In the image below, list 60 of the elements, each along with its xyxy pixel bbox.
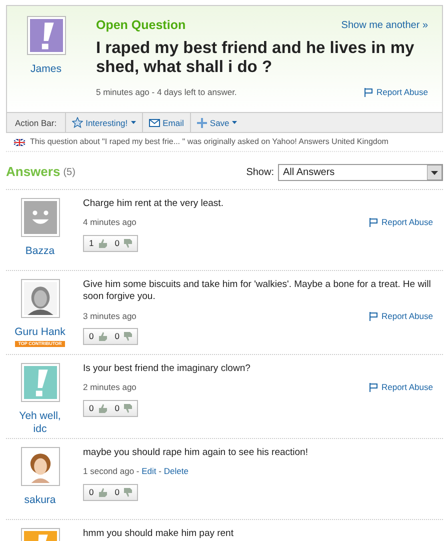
separator: -: [136, 466, 140, 476]
flag-icon: [364, 88, 374, 97]
answer-count: (5): [63, 166, 76, 180]
question-meta: 5 minutes ago - 4 days left to answer.: [96, 86, 237, 98]
answerer-name[interactable]: Yeh well, idc: [14, 410, 66, 436]
thumbs-up-button[interactable]: 0: [89, 486, 107, 499]
thumbs-down-icon: [123, 332, 132, 342]
origin-note: This question about "I raped my best frie... " was originally asked on Yahoo! Answers United Kingdom: [30, 136, 388, 148]
thumbs-down-icon: [123, 238, 132, 248]
answer-filter-dropdown[interactable]: All Answers: [278, 164, 443, 181]
answer-time: 4 minutes ago: [83, 217, 136, 228]
thumbs-down-button[interactable]: 0: [114, 330, 132, 344]
star-icon: [72, 117, 83, 128]
thumbs-down-button[interactable]: 0: [114, 402, 132, 415]
flag-icon: [369, 218, 378, 228]
report-abuse-link[interactable]: Report Abuse: [369, 310, 433, 322]
thumbs-down-icon: [123, 488, 132, 497]
show-label: Show:: [246, 166, 274, 180]
show-another-link[interactable]: Show me another »: [341, 18, 428, 33]
thumbs-up-icon: [98, 238, 107, 248]
flag-icon: [369, 312, 378, 320]
thumbs-up-button[interactable]: 1: [89, 237, 107, 250]
answerer-name[interactable]: sakura: [24, 494, 56, 507]
answer-time: 1 second ago: [83, 466, 134, 476]
report-abuse-link[interactable]: Report Abuse: [364, 86, 428, 98]
answers-heading: Answers: [6, 163, 60, 182]
separator: -: [158, 466, 162, 476]
thumbs-up-button[interactable]: 0: [89, 330, 107, 344]
email-button[interactable]: Email: [142, 112, 190, 133]
answer-text: maybe you should rape him again to see his reaction!: [83, 446, 309, 460]
thumbs-down-button[interactable]: 0: [114, 486, 132, 499]
answerer-name[interactable]: Bazza: [25, 244, 55, 258]
flag-icon: [369, 383, 378, 392]
report-abuse-link[interactable]: Report Abuse: [369, 381, 433, 394]
answer-time: 2 minutes ago: [83, 382, 136, 392]
interesting-button[interactable]: Interesting!: [64, 112, 142, 133]
answer-time: 3 minutes ago: [83, 310, 136, 321]
uk-flag-icon: [14, 138, 25, 146]
thumbs-down-icon: [123, 404, 132, 413]
answerer-name[interactable]: Guru Hank: [14, 326, 66, 339]
asker-name[interactable]: James: [30, 63, 62, 76]
thumbs-up-icon: [98, 488, 107, 497]
dropdown-arrow-icon: [427, 164, 442, 180]
report-abuse-link[interactable]: Report Abuse: [369, 216, 433, 230]
edit-link[interactable]: Edit: [142, 466, 156, 476]
action-bar-label: Action Bar:: [14, 116, 58, 130]
answer-text: Charge him rent at the very least.: [83, 198, 224, 210]
envelope-icon: [148, 118, 160, 127]
answer-text: hmm you should make him pay rent: [83, 528, 234, 540]
thumbs-up-icon: [98, 332, 107, 342]
question-title: I raped my best friend and he lives in my shed, what shall i do ?: [96, 38, 416, 77]
answer-text: Is your best friend the imaginary clown?: [83, 362, 252, 376]
delete-link[interactable]: Delete: [164, 466, 188, 476]
thumbs-up-icon: [98, 404, 107, 413]
thumbs-down-button[interactable]: 0: [114, 237, 132, 250]
plus-icon: [196, 118, 207, 128]
save-button[interactable]: Save: [190, 112, 244, 133]
answer-text: Give him some biscuits and take him for 'walkies'. Maybe a bone for a treat. He will soon forgive you.: [83, 278, 432, 304]
question-status: Open Question: [96, 17, 186, 34]
thumbs-up-button[interactable]: 0: [89, 402, 107, 415]
